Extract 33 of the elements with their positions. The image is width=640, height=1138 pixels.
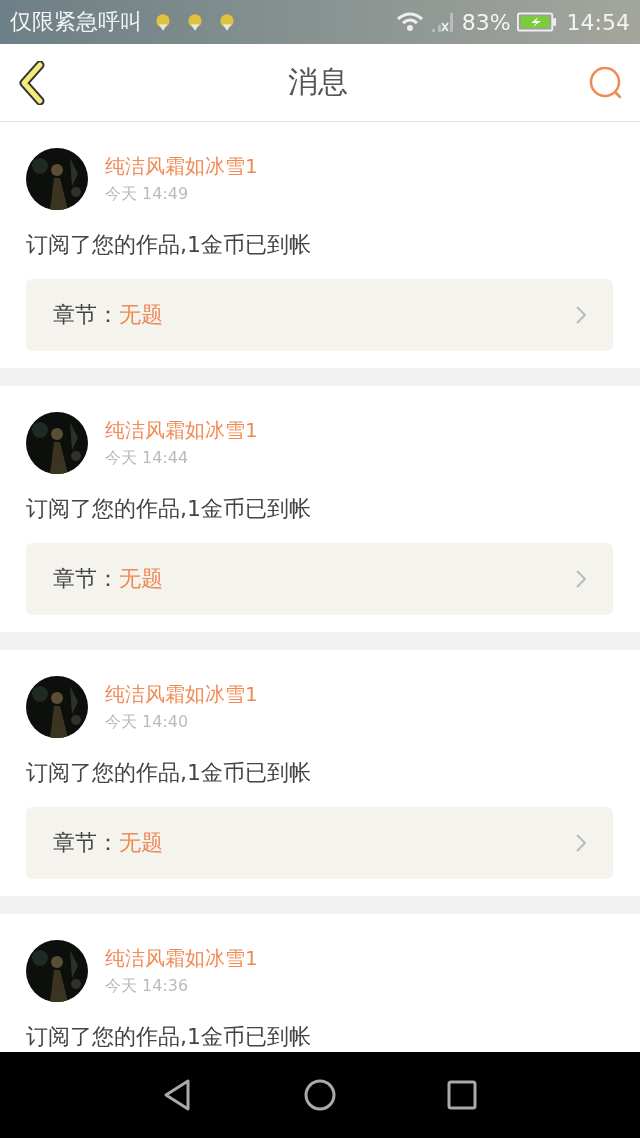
home-nav-button[interactable]	[303, 1078, 337, 1112]
chapter-label: 章节：	[53, 301, 119, 329]
message-time: 今天 14:49	[105, 184, 190, 205]
battery-icon	[516, 11, 557, 33]
battery-text: 83%	[461, 9, 511, 35]
clock-text: 14:54	[566, 9, 630, 35]
message-text: 订阅了您的作品,1金币已到帐	[26, 759, 312, 787]
page-title: 消息	[288, 63, 348, 101]
user-name[interactable]: 纯洁风霜如冰雪1	[105, 417, 258, 444]
message-text: 订阅了您的作品,1金币已到帐	[26, 231, 312, 259]
user-name[interactable]: 纯洁风霜如冰雪1	[105, 945, 258, 972]
chapter-title: 无题	[119, 301, 163, 329]
message-time: 今天 14:40	[105, 712, 190, 733]
chapter-link[interactable]: 章节：无题	[26, 279, 613, 351]
chapter-label: 章节：	[53, 565, 119, 593]
chevron-icon	[575, 569, 587, 589]
wifi-icon	[395, 12, 424, 32]
chapter-link[interactable]: 章节：无题	[26, 543, 613, 615]
chapter-label: 章节：	[53, 829, 119, 857]
chapter-title: 无题	[119, 829, 163, 857]
chapter-link[interactable]: 章节：无题	[26, 807, 613, 879]
message-text: 订阅了您的作品,1金币已到帐	[26, 1023, 312, 1051]
user-name[interactable]: 纯洁风霜如冰雪1	[105, 681, 258, 708]
message-text: 订阅了您的作品,1金币已到帐	[26, 495, 312, 523]
recents-nav-button[interactable]	[445, 1078, 479, 1112]
user-name[interactable]: 纯洁风霜如冰雪1	[105, 153, 258, 180]
signal-icon	[429, 11, 456, 33]
carrier-text: 仅限紧急呼叫	[10, 8, 142, 36]
message-time: 今天 14:44	[105, 448, 190, 469]
message-time: 今天 14:36	[105, 976, 190, 997]
chapter-title: 无题	[119, 565, 163, 593]
chevron-icon	[575, 305, 587, 325]
chevron-icon	[575, 833, 587, 853]
